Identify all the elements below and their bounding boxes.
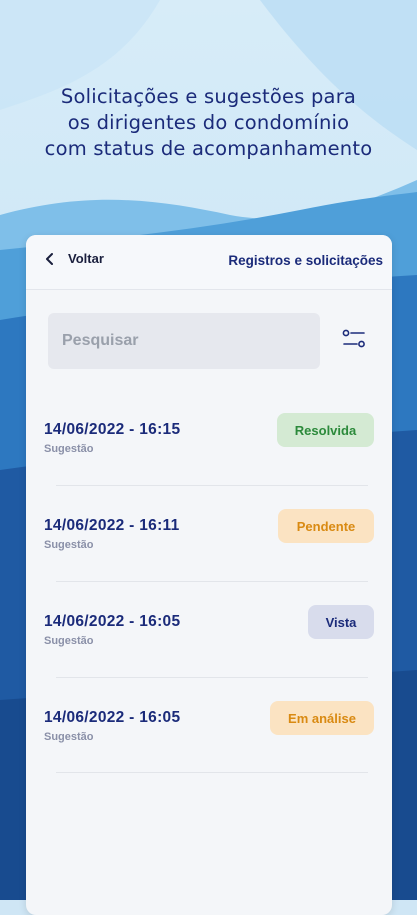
back-button[interactable]: Voltar xyxy=(44,251,104,266)
top-bar: Voltar Registros e solicitações xyxy=(26,235,392,290)
headline: Solicitações e sugestões para os dirigen… xyxy=(0,84,417,162)
page-title: Registros e solicitações xyxy=(228,253,383,268)
divider xyxy=(56,772,368,773)
record-datetime: 14/06/2022 - 16:05 xyxy=(44,709,181,726)
record-datetime: 14/06/2022 - 16:05 xyxy=(44,613,181,630)
headline-line-3: com status de acompanhamento xyxy=(44,137,373,160)
search-input[interactable] xyxy=(48,313,320,369)
divider xyxy=(56,581,368,582)
sliders-icon[interactable] xyxy=(340,325,368,353)
record-datetime: 14/06/2022 - 16:15 xyxy=(44,421,181,438)
back-label: Voltar xyxy=(68,251,104,266)
record-type: Sugestão xyxy=(44,443,94,455)
status-badge: Em análise xyxy=(270,701,374,735)
list-item[interactable]: 14/06/2022 - 16:11 Sugestão Pendente xyxy=(26,509,392,611)
record-type: Sugestão xyxy=(44,635,94,647)
list-item[interactable]: 14/06/2022 - 16:15 Sugestão Resolvida xyxy=(26,413,392,515)
app-screen-card: Voltar Registros e solicitações 14/06/20… xyxy=(26,235,392,915)
divider xyxy=(56,677,368,678)
headline-line-1: Solicitações e sugestões para xyxy=(60,85,357,108)
record-datetime: 14/06/2022 - 16:11 xyxy=(44,517,180,534)
record-type: Sugestão xyxy=(44,539,94,551)
status-badge: Pendente xyxy=(278,509,374,543)
status-badge: Resolvida xyxy=(277,413,374,447)
status-badge: Vista xyxy=(308,605,374,639)
record-type: Sugestão xyxy=(44,731,94,743)
headline-line-2: os dirigentes do condomínio xyxy=(67,111,350,134)
chevron-left-icon xyxy=(46,252,53,265)
divider xyxy=(56,485,368,486)
list-item[interactable]: 14/06/2022 - 16:05 Sugestão Em análise xyxy=(26,701,392,803)
list-item[interactable]: 14/06/2022 - 16:05 Sugestão Vista xyxy=(26,605,392,707)
